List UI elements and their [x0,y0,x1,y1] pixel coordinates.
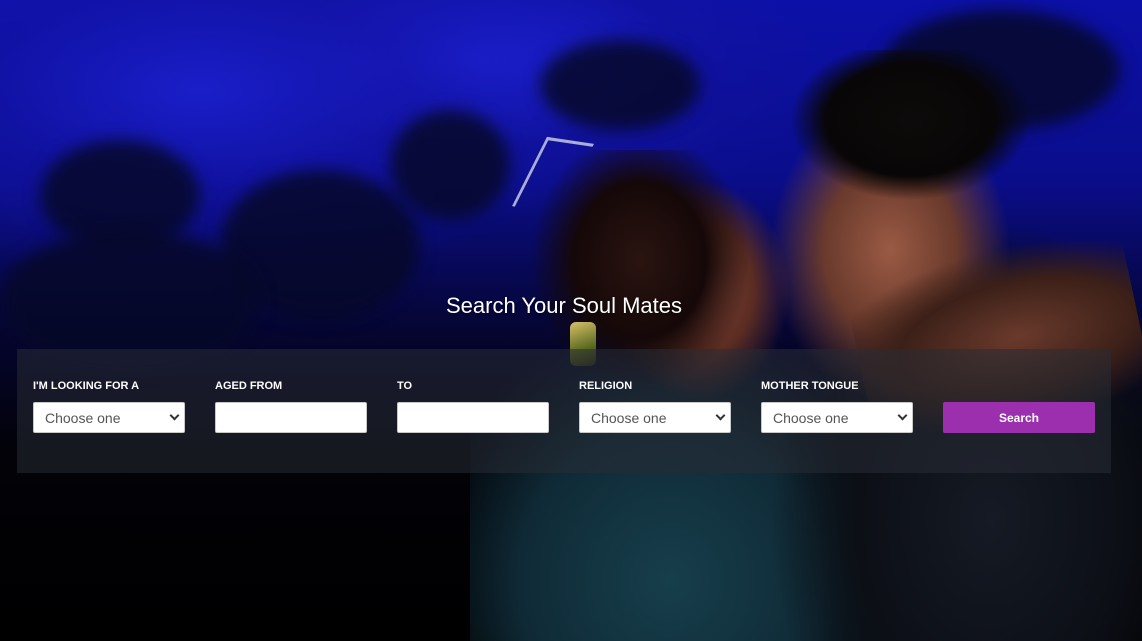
cloud-shape [540,40,700,130]
search-button[interactable]: Search [943,402,1095,433]
aged-to-field: TO [397,379,549,433]
aged-to-label: TO [397,380,413,392]
hero-background-image [0,0,1142,641]
mother-tongue-value: Choose one [773,409,849,426]
aged-from-field: AGED FROM [215,379,367,433]
aged-from-label: AGED FROM [215,380,283,392]
religion-select[interactable]: Choose one [579,402,731,433]
search-panel: I'M LOOKING FOR A Choose one AGED FROM T… [17,349,1111,473]
looking-for-label: I'M LOOKING FOR A [33,380,140,392]
looking-for-select[interactable]: Choose one [33,402,185,433]
looking-for-field: I'M LOOKING FOR A Choose one [33,379,185,433]
aged-to-input[interactable] [397,402,549,433]
page-title: Search Your Soul Mates [445,293,683,318]
mother-tongue-label: MOTHER TONGUE [761,380,859,392]
chevron-down-icon [715,410,726,421]
religion-label: RELIGION [579,380,633,392]
chevron-down-icon [169,410,180,421]
religion-field: RELIGION Choose one [579,379,731,433]
religion-value: Choose one [591,409,667,426]
aged-from-input[interactable] [215,402,367,433]
looking-for-value: Choose one [45,409,121,426]
mother-tongue-select[interactable]: Choose one [761,402,913,433]
mother-tongue-field: MOTHER TONGUE Choose one [761,379,913,433]
chevron-down-icon [897,410,908,421]
